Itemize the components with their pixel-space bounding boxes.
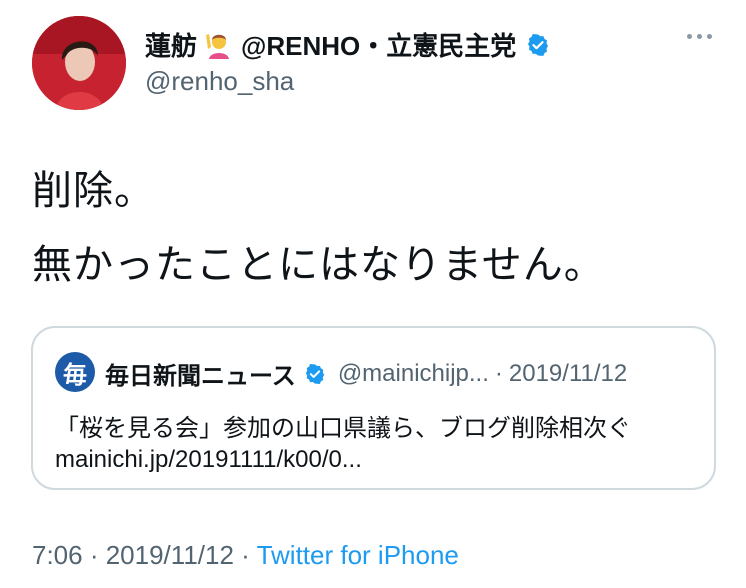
separator-dot: ·	[82, 540, 106, 570]
display-name[interactable]: 蓮舫	[145, 26, 197, 63]
quoted-tweet-card[interactable]: 毎 毎日新聞ニュース @mainichijp... · 2019/11/12 「…	[31, 326, 716, 490]
tweet-time[interactable]: 7:06	[32, 540, 83, 570]
separator-dot: ·	[494, 359, 503, 387]
display-name-suffix: @RENHO・立憲民主党	[241, 31, 517, 61]
person-raising-hand-icon	[203, 29, 235, 61]
more-dot	[707, 34, 712, 39]
more-options-icon[interactable]	[687, 34, 712, 39]
author-handle[interactable]: @renho_sha	[145, 66, 294, 97]
avatar[interactable]	[32, 16, 126, 110]
separator-dot: ·	[233, 540, 257, 570]
verified-badge-icon	[526, 33, 550, 57]
tweet: 蓮舫 @RENHO・立憲民主党 @renho_sha 削除。 無かったことにはな…	[0, 0, 746, 588]
tweet-date[interactable]: 2019/11/12	[106, 540, 234, 570]
mainichi-logo-icon: 毎	[55, 352, 95, 392]
tweet-footer: 7:06 · 2019/11/12 · Twitter for iPhone	[32, 540, 459, 571]
quoted-author-handle: @mainichijp...	[337, 359, 489, 387]
more-dot	[697, 34, 702, 39]
tweet-text-line: 削除。	[32, 169, 155, 213]
more-dot	[687, 34, 692, 39]
quoted-author-name: 毎日新聞ニュース	[105, 363, 296, 390]
tweet-text-line: 無かったことにはなりません。	[32, 243, 605, 287]
quoted-tweet-text: 「桜を見る会」参加の山口県議ら、ブログ削除相次ぐ	[55, 415, 631, 442]
verified-badge-icon	[304, 363, 326, 385]
avatar-image	[32, 16, 126, 110]
tweet-source-link[interactable]: Twitter for iPhone	[257, 540, 459, 570]
author-name-row[interactable]: 蓮舫 @RENHO・立憲民主党	[145, 26, 550, 63]
quoted-tweet-link[interactable]: mainichi.jp/20191111/k00/0...	[55, 446, 362, 474]
quoted-tweet-header: 毎日新聞ニュース @mainichijp... · 2019/11/12	[105, 356, 627, 391]
quoted-tweet-date: 2019/11/12	[508, 359, 628, 387]
